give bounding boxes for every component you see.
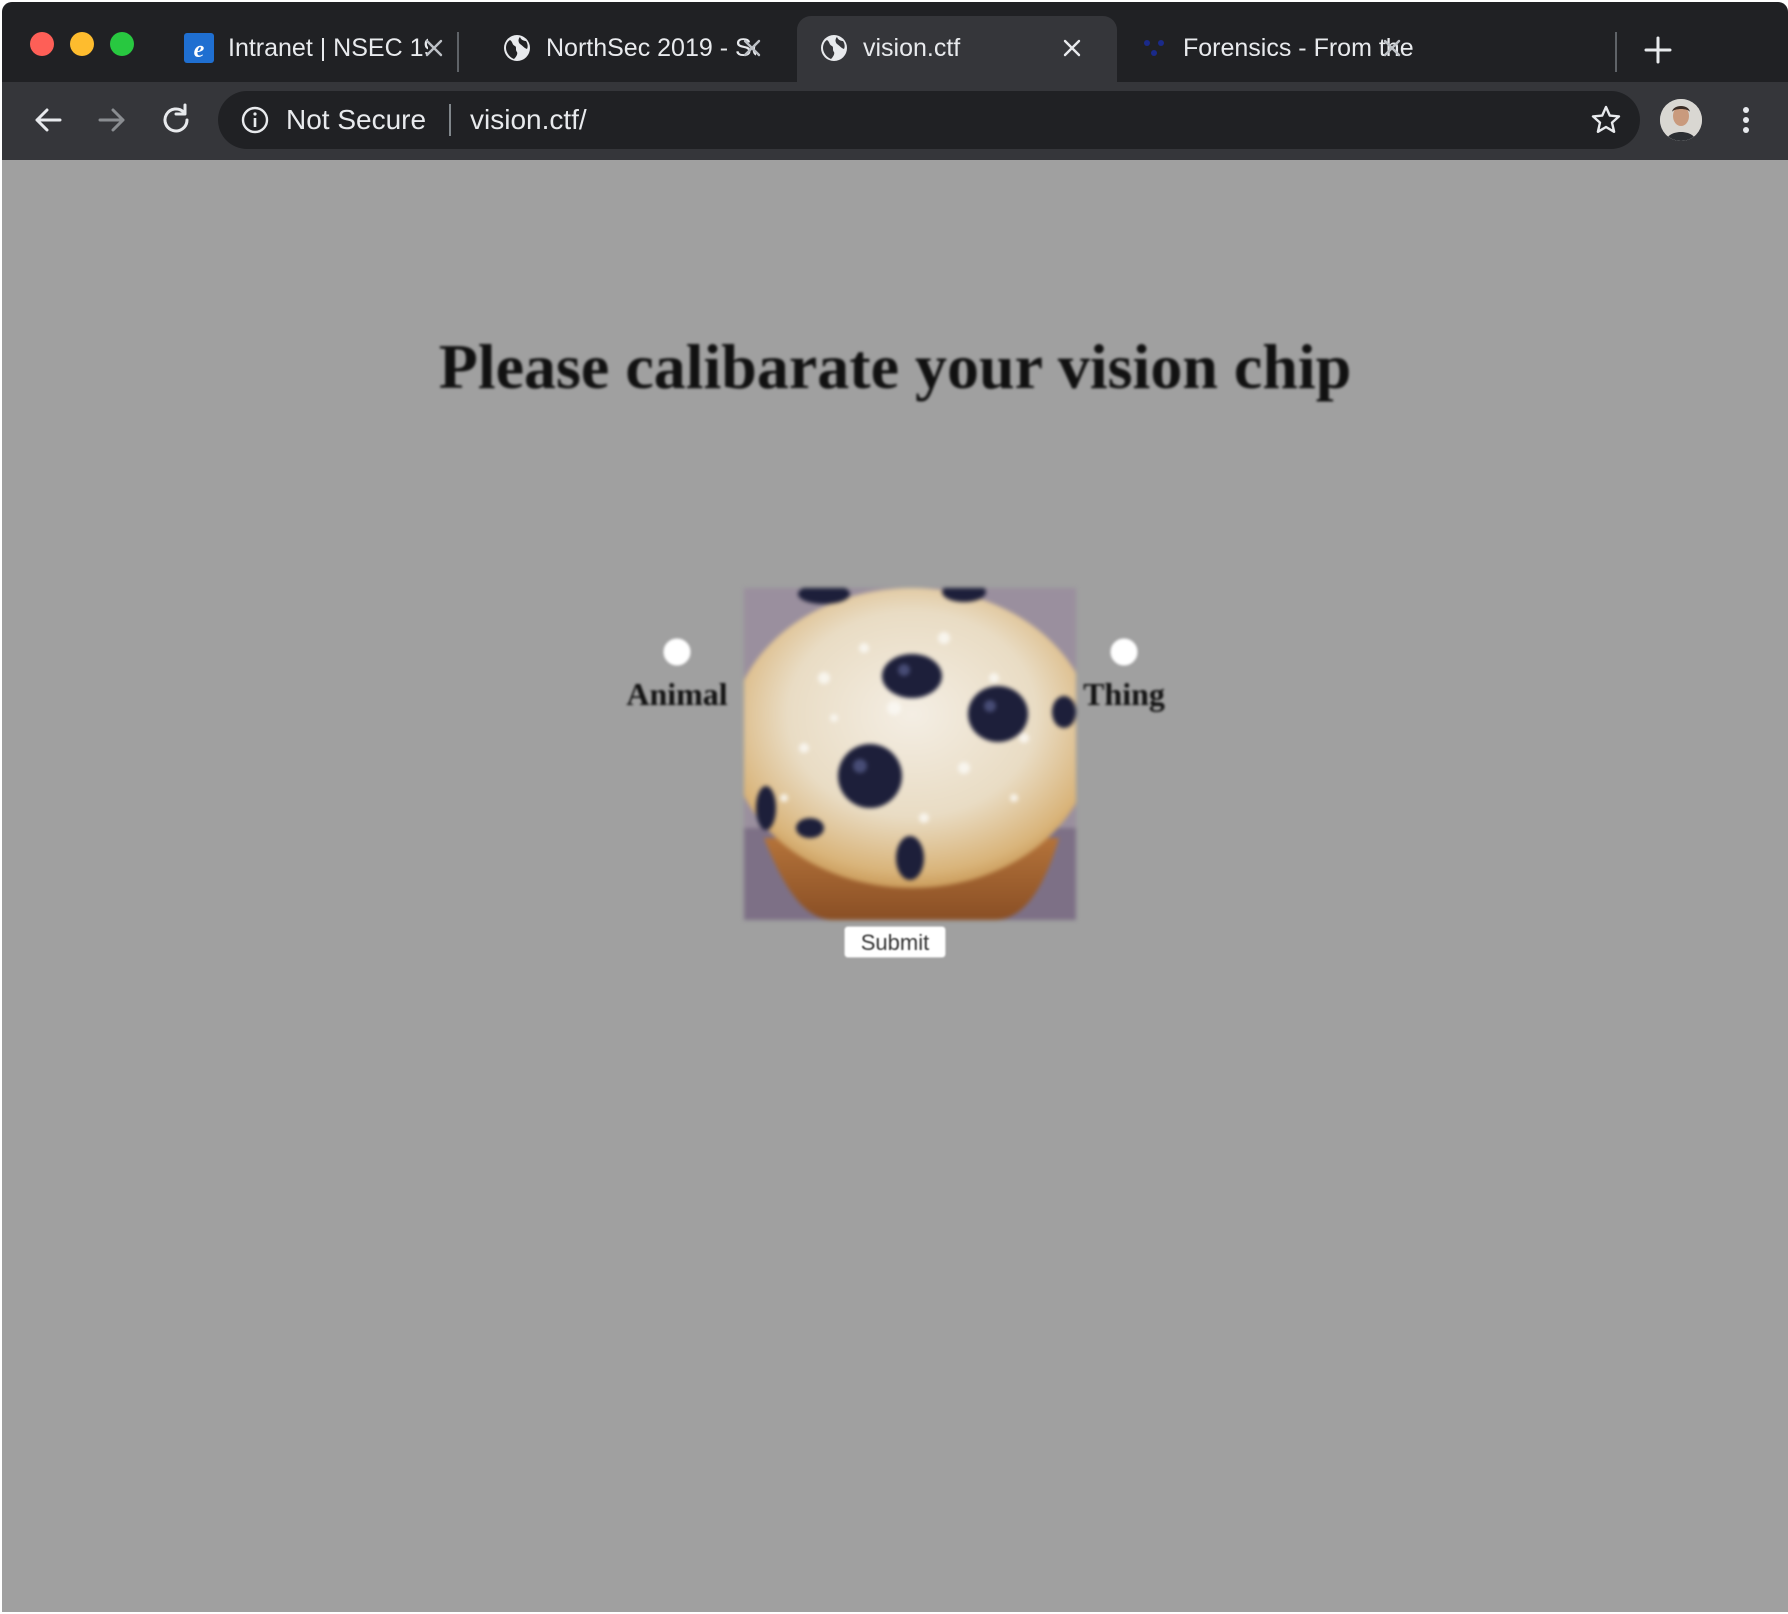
tab-title: vision.ctf (863, 34, 961, 62)
url-text[interactable]: vision.ctf/ (470, 105, 587, 135)
animal-radio[interactable] (663, 638, 691, 666)
dots-logo-icon (1144, 40, 1164, 56)
security-status-label[interactable]: Not Secure (286, 105, 426, 135)
tab-northsec-scoreboard[interactable]: NorthSec 2019 - Sco (480, 16, 780, 82)
muffin-image (744, 588, 1076, 920)
address-bar[interactable]: Not Secure vision.ctf/ (218, 91, 1640, 149)
option-animal[interactable]: Animal (617, 638, 737, 713)
submit-button[interactable]: Submit (844, 926, 946, 958)
thing-radio[interactable] (1110, 638, 1138, 666)
profile-avatar[interactable] (1660, 99, 1702, 141)
close-tab-icon[interactable] (739, 35, 765, 61)
info-icon[interactable] (240, 105, 270, 135)
tab-divider (1615, 32, 1617, 72)
more-vertical-icon[interactable] (1726, 100, 1766, 140)
tab-strip: e Intranet | NSEC 19 NorthSec 2019 - Sco (2, 2, 1788, 82)
tab-divider (457, 32, 459, 72)
tab-title: NorthSec 2019 - Sco (546, 34, 756, 62)
globe-icon (821, 35, 847, 61)
page-heading: Please calibarate your vision chip (438, 331, 1352, 402)
intranet-e-icon: e (184, 33, 214, 63)
tab-vision-ctf[interactable]: vision.ctf (797, 16, 1117, 82)
animal-label: Animal (626, 676, 728, 712)
globe-icon (504, 35, 530, 61)
svg-text:e: e (194, 37, 205, 63)
window-minimize-button[interactable] (70, 32, 94, 56)
browser-toolbar: Not Secure vision.ctf/ (2, 82, 1788, 161)
bookmark-star-icon[interactable] (1590, 104, 1622, 136)
close-tab-icon[interactable] (1059, 35, 1085, 61)
new-tab-plus-icon[interactable] (1642, 34, 1674, 66)
address-divider (449, 104, 451, 136)
tab-forensics[interactable]: Forensics - From the (1117, 16, 1437, 82)
profile-photo-icon (1660, 99, 1702, 141)
browser-window: e Intranet | NSEC 19 NorthSec 2019 - Sco (2, 2, 1788, 1612)
blueberry-muffin-illustration (744, 588, 1076, 920)
back-arrow-icon[interactable] (28, 100, 68, 140)
page-content: Please calibarate your vision chip Anima… (2, 160, 1788, 1612)
reload-icon[interactable] (156, 100, 196, 140)
close-tab-icon[interactable] (1379, 35, 1405, 61)
close-tab-icon[interactable] (421, 35, 447, 61)
tab-title: Intranet | NSEC 19 (228, 34, 428, 62)
window-zoom-button[interactable] (110, 32, 134, 56)
forward-arrow-icon[interactable] (92, 100, 132, 140)
option-thing[interactable]: Thing (1064, 638, 1184, 713)
tab-intranet[interactable]: e Intranet | NSEC 19 (162, 16, 462, 82)
window-close-button[interactable] (30, 32, 54, 56)
thing-label: Thing (1083, 676, 1165, 712)
